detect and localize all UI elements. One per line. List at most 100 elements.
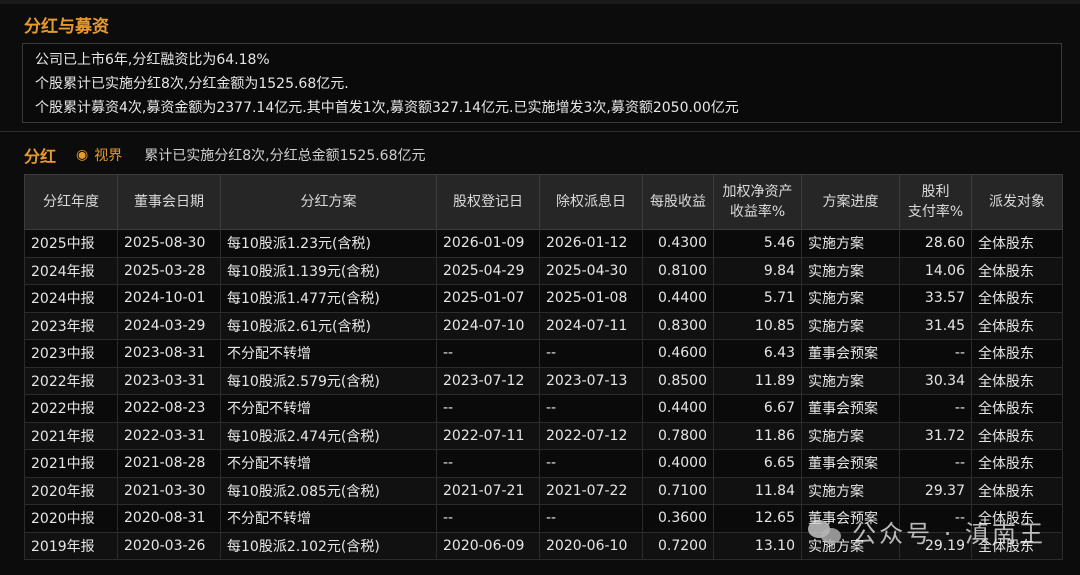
table-cell: 2026-01-12 bbox=[539, 229, 643, 258]
table-cell: 2020年报 bbox=[24, 476, 118, 505]
column-header[interactable]: 加权净资产 收益率% bbox=[713, 174, 802, 230]
table-row: 2021年报 2022-03-31 每10股派2.474元(含税) 2022-07-1… bbox=[24, 421, 1063, 450]
table-cell: 2023-03-31 bbox=[117, 366, 221, 395]
table-cell: 每10股派2.579元(含税) bbox=[220, 366, 437, 395]
table-cell: 2019年报 bbox=[24, 531, 118, 560]
table-cell: 2023-08-31 bbox=[117, 339, 221, 368]
table-cell: 10.85 bbox=[713, 311, 802, 340]
column-header[interactable]: 派发对象 bbox=[971, 174, 1063, 230]
column-header[interactable]: 股权登记日 bbox=[436, 174, 540, 230]
table-cell: 每10股派2.085元(含税) bbox=[220, 476, 437, 505]
table-cell: 13.10 bbox=[713, 531, 802, 560]
table-cell: -- bbox=[436, 449, 540, 478]
table-cell: 2023-07-12 bbox=[436, 366, 540, 395]
table-row: 2023中报 2023-08-31 不分配不转增 -- -- 0.4600 6.43 董事会预… bbox=[24, 339, 1063, 368]
table-cell: 2024-07-11 bbox=[539, 311, 643, 340]
eye-icon[interactable]: ◉ bbox=[76, 147, 88, 163]
table-cell: 全体股东 bbox=[971, 229, 1063, 258]
table-cell: 0.8300 bbox=[642, 311, 714, 340]
table-cell: -- bbox=[899, 339, 972, 368]
table-cell: 0.4600 bbox=[642, 339, 714, 368]
table-row: 2024中报 2024-10-01 每10股派1.477元(含税) 2025-01-0… bbox=[24, 284, 1063, 313]
table-cell: 2025-08-30 bbox=[117, 229, 221, 258]
table-cell: 实施方案 bbox=[801, 421, 900, 450]
table-cell: 2020-06-10 bbox=[539, 531, 643, 560]
table-cell: 2025-04-30 bbox=[539, 256, 643, 285]
table-cell: 6.65 bbox=[713, 449, 802, 478]
column-header[interactable]: 分红年度 bbox=[24, 174, 118, 230]
table-cell: 2023中报 bbox=[24, 339, 118, 368]
table-cell: 2021-08-28 bbox=[117, 449, 221, 478]
table-cell: 全体股东 bbox=[971, 311, 1063, 340]
divider bbox=[0, 131, 1080, 132]
table-cell: 0.3600 bbox=[642, 504, 714, 533]
table-cell: 2022-03-31 bbox=[117, 421, 221, 450]
column-header[interactable]: 分红方案 bbox=[220, 174, 437, 230]
table-cell: 实施方案 bbox=[801, 311, 900, 340]
table-cell: 0.7800 bbox=[642, 421, 714, 450]
table-cell: 不分配不转增 bbox=[220, 339, 437, 368]
table-row: 2022中报 2022-08-23 不分配不转增 -- -- 0.4400 6.67 董事会预… bbox=[24, 394, 1063, 423]
table-cell: 0.8500 bbox=[642, 366, 714, 395]
table-cell: 全体股东 bbox=[971, 394, 1063, 423]
table-cell: 9.84 bbox=[713, 256, 802, 285]
top-bar bbox=[0, 0, 1080, 4]
table-cell: 每10股派2.102元(含税) bbox=[220, 531, 437, 560]
table-cell: -- bbox=[539, 394, 643, 423]
view-link[interactable]: 视界 bbox=[94, 145, 122, 165]
table-cell: 2021年报 bbox=[24, 421, 118, 450]
table-cell: 全体股东 bbox=[971, 284, 1063, 313]
table-cell: 董事会预案 bbox=[801, 339, 900, 368]
table-cell: 2026-01-09 bbox=[436, 229, 540, 258]
table-cell: 2022-07-11 bbox=[436, 421, 540, 450]
table-row: 2025中报 2025-08-30 每10股派1.23元(含税) 2026-01-09… bbox=[24, 229, 1063, 258]
table-cell: 2022-07-12 bbox=[539, 421, 643, 450]
table-cell: 不分配不转增 bbox=[220, 394, 437, 423]
table-cell: 每10股派1.139元(含税) bbox=[220, 256, 437, 285]
table-cell: 实施方案 bbox=[801, 476, 900, 505]
table-cell: 2024-10-01 bbox=[117, 284, 221, 313]
table-cell: 全体股东 bbox=[971, 449, 1063, 478]
table-cell: 每10股派2.61元(含税) bbox=[220, 311, 437, 340]
wechat-icon bbox=[808, 518, 844, 546]
column-header[interactable]: 方案进度 bbox=[801, 174, 900, 230]
table-cell: 2024-07-10 bbox=[436, 311, 540, 340]
column-header[interactable]: 股利 支付率% bbox=[899, 174, 972, 230]
table-cell: -- bbox=[899, 449, 972, 478]
table-cell: 2021-07-22 bbox=[539, 476, 643, 505]
table-cell: 2023-07-13 bbox=[539, 366, 643, 395]
table-cell: 2020-03-26 bbox=[117, 531, 221, 560]
dividend-title: 分红 bbox=[24, 147, 57, 166]
summary-line: 个股累计募资4次,募资金额为2377.14亿元.其中首发1次,募资额327.14… bbox=[35, 100, 739, 116]
column-header[interactable]: 每股收益 bbox=[642, 174, 714, 230]
table-cell: 2025-01-07 bbox=[436, 284, 540, 313]
watermark: 公众号 · 滇南王 bbox=[808, 514, 1046, 549]
table-cell: 实施方案 bbox=[801, 229, 900, 258]
table-cell: 0.4300 bbox=[642, 229, 714, 258]
column-header[interactable]: 董事会日期 bbox=[117, 174, 221, 230]
table-row: 2021中报 2021-08-28 不分配不转增 -- -- 0.4000 6.65 董事会预… bbox=[24, 449, 1063, 478]
table-cell: 实施方案 bbox=[801, 256, 900, 285]
table-cell: 28.60 bbox=[899, 229, 972, 258]
table-cell: 实施方案 bbox=[801, 284, 900, 313]
table-cell: 2025中报 bbox=[24, 229, 118, 258]
table-cell: 0.4400 bbox=[642, 284, 714, 313]
table-cell: 不分配不转增 bbox=[220, 504, 437, 533]
table-cell: 董事会预案 bbox=[801, 394, 900, 423]
table-cell: 2020-08-31 bbox=[117, 504, 221, 533]
table-cell: 董事会预案 bbox=[801, 449, 900, 478]
table-cell: 每10股派2.474元(含税) bbox=[220, 421, 437, 450]
summary-line: 公司已上市6年,分红融资比为64.18% bbox=[35, 52, 270, 68]
summary-box: 公司已上市6年,分红融资比为64.18% 个股累计已实施分红8次,分红金额为15… bbox=[22, 43, 1062, 123]
table-cell: 2022中报 bbox=[24, 394, 118, 423]
table-cell: 全体股东 bbox=[971, 366, 1063, 395]
table-cell: -- bbox=[436, 339, 540, 368]
table-cell: 每10股派1.23元(含税) bbox=[220, 229, 437, 258]
table-cell: 全体股东 bbox=[971, 339, 1063, 368]
table-cell: 2021中报 bbox=[24, 449, 118, 478]
table-cell: 30.34 bbox=[899, 366, 972, 395]
table-cell: 2024中报 bbox=[24, 284, 118, 313]
table-cell: 2021-07-21 bbox=[436, 476, 540, 505]
dividend-header: 分红 ◉ 视界 累计已实施分红8次,分红总金额1525.68亿元 bbox=[24, 144, 426, 166]
column-header[interactable]: 除权派息日 bbox=[539, 174, 643, 230]
